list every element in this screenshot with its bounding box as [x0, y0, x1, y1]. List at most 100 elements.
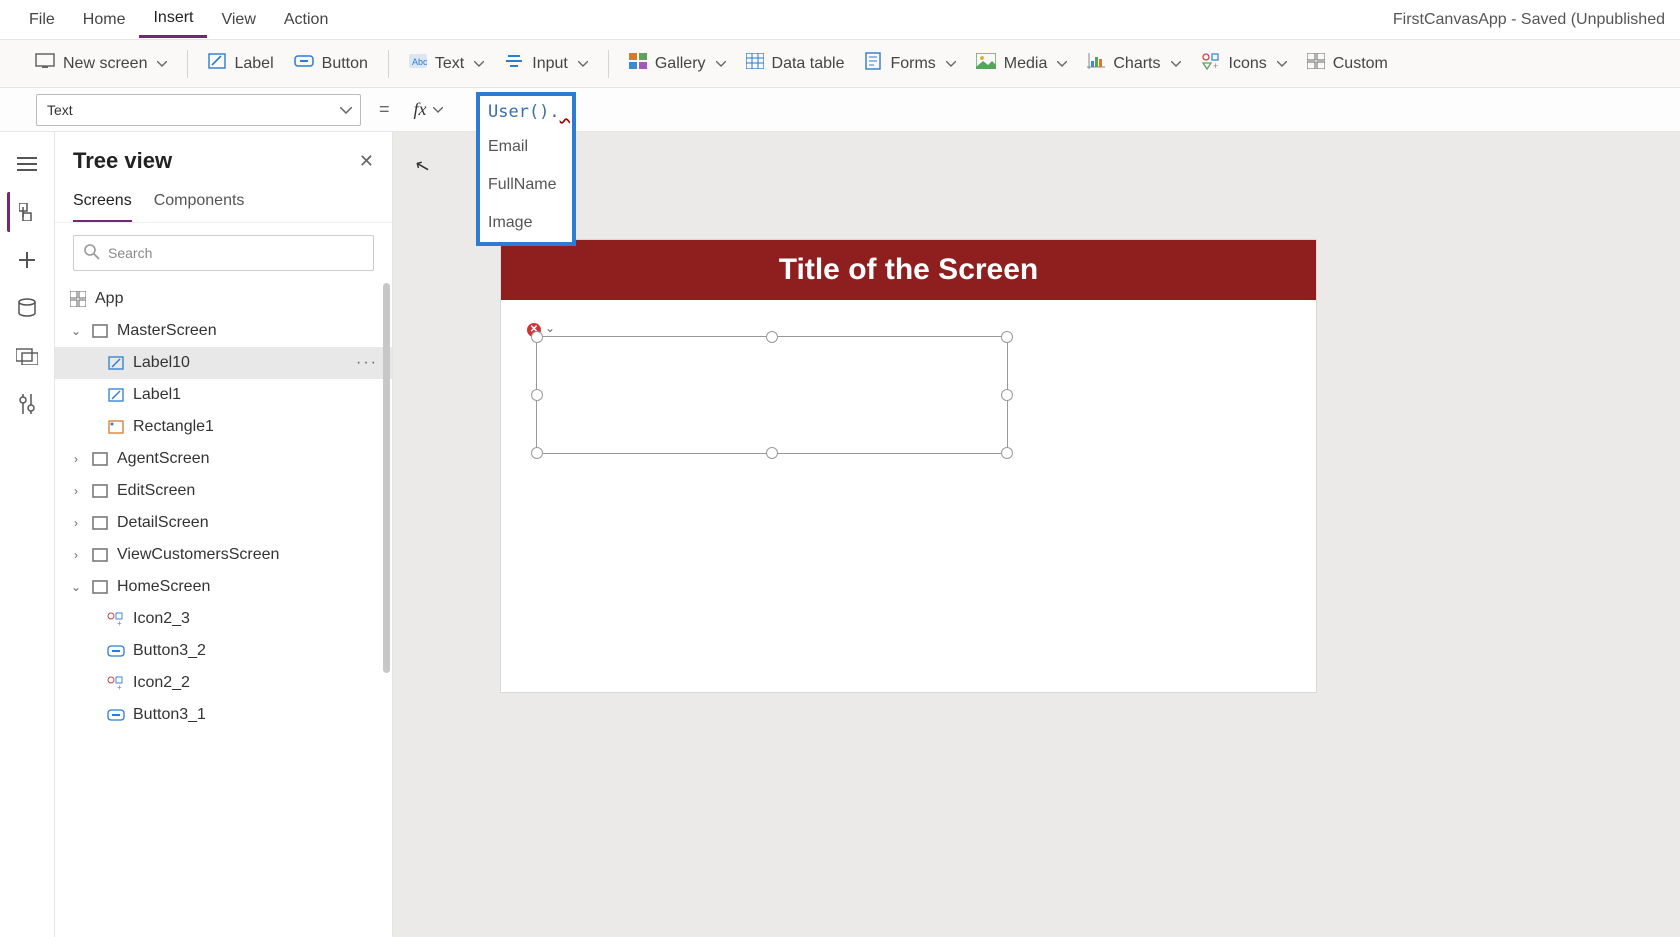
custom-icon	[1307, 53, 1325, 74]
chevron-right-icon[interactable]: ›	[69, 452, 83, 466]
button-label: Button	[322, 55, 368, 73]
menu-home[interactable]: Home	[69, 3, 140, 37]
tree-item-editscreen[interactable]: › EditScreen	[55, 475, 392, 507]
tree-item-label: Label10	[133, 354, 190, 372]
icons-dropdown[interactable]: + Icons	[1191, 46, 1297, 81]
fx-button[interactable]: fx	[408, 99, 449, 120]
tree-items[interactable]: App ⌄ MasterScreen Label10 ··· Label1	[55, 283, 392, 927]
screen-frame[interactable]: Title of the Screen ✕ ⌄	[501, 240, 1316, 692]
tree-item-label: AgentScreen	[117, 450, 210, 468]
charts-dropdown[interactable]: Charts	[1077, 47, 1190, 80]
formula-text[interactable]: User().	[480, 96, 572, 128]
label-icon	[208, 53, 226, 74]
chevron-down-icon	[340, 107, 350, 113]
text-dropdown[interactable]: Abc Text	[399, 48, 494, 79]
chevron-right-icon[interactable]: ›	[69, 484, 83, 498]
tree-item-viewcustomersscreen[interactable]: › ViewCustomersScreen	[55, 539, 392, 571]
icons-icon: +	[1201, 52, 1221, 75]
selected-label-control[interactable]: ✕ ⌄	[536, 336, 1008, 454]
tree-item-agentscreen[interactable]: › AgentScreen	[55, 443, 392, 475]
tree-item-icon23[interactable]: + Icon2_3	[55, 603, 392, 635]
chevron-right-icon[interactable]: ›	[69, 548, 83, 562]
tree-view-rail-button[interactable]	[7, 192, 47, 232]
tree-item-button31[interactable]: Button3_1	[55, 699, 392, 731]
media-label: Media	[1004, 55, 1048, 73]
data-table-icon	[746, 53, 764, 74]
input-label: Input	[532, 55, 568, 73]
screen-icon	[91, 322, 109, 340]
separator	[388, 50, 389, 78]
forms-dropdown[interactable]: Forms	[854, 46, 965, 81]
button-button[interactable]: Button	[284, 47, 378, 80]
intellisense-option-image[interactable]: Image	[480, 204, 572, 242]
gallery-label: Gallery	[655, 55, 706, 73]
more-options-button[interactable]: ···	[356, 354, 378, 372]
chevron-down-icon	[578, 61, 588, 67]
button-icon	[294, 53, 314, 74]
tree-item-icon22[interactable]: + Icon2_2	[55, 667, 392, 699]
tree-item-label1[interactable]: Label1	[55, 379, 392, 411]
chevron-down-icon	[1057, 61, 1067, 67]
top-menu-bar: File Home Insert View Action FirstCanvas…	[0, 0, 1680, 40]
chevron-down-icon[interactable]: ⌄	[69, 580, 83, 594]
intellisense-option-email[interactable]: Email	[480, 128, 572, 166]
chevron-down-icon	[716, 61, 726, 67]
tab-screens[interactable]: Screens	[73, 186, 132, 222]
tree-item-detailscreen[interactable]: › DetailScreen	[55, 507, 392, 539]
close-panel-button[interactable]: ✕	[359, 151, 374, 172]
intellisense-option-fullname[interactable]: FullName	[480, 166, 572, 204]
svg-text:Abc: Abc	[412, 57, 427, 67]
forms-label: Forms	[890, 55, 935, 73]
app-icon	[69, 290, 87, 308]
tree-item-homescreen[interactable]: ⌄ HomeScreen	[55, 571, 392, 603]
chevron-down-icon[interactable]: ⌄	[69, 324, 83, 338]
intellisense-list: Email FullName Image	[480, 128, 572, 242]
menu-action[interactable]: Action	[270, 3, 342, 37]
tree-item-button32[interactable]: Button3_2	[55, 635, 392, 667]
tree-item-masterscreen[interactable]: ⌄ MasterScreen	[55, 315, 392, 347]
menu-file[interactable]: File	[15, 3, 69, 37]
gallery-icon	[629, 53, 647, 74]
separator	[608, 50, 609, 78]
chevron-down-icon[interactable]: ⌄	[545, 321, 555, 335]
canvas-area[interactable]: ↖ Title of the Screen ✕ ⌄	[393, 132, 1680, 937]
tree-app[interactable]: App	[55, 283, 392, 315]
tab-components[interactable]: Components	[154, 186, 245, 222]
chevron-down-icon	[946, 61, 956, 67]
property-selector[interactable]: Text	[36, 94, 361, 126]
data-rail-button[interactable]	[7, 288, 47, 328]
new-screen-label: New screen	[63, 55, 147, 73]
insert-ribbon: New screen Label Button Abc Text Input G…	[0, 40, 1680, 88]
tree-item-label: Button3_2	[133, 642, 206, 660]
tree-item-label: Button3_1	[133, 706, 206, 724]
search-placeholder: Search	[108, 245, 152, 261]
screen-title-bar[interactable]: Title of the Screen	[501, 240, 1316, 300]
scrollbar[interactable]	[383, 283, 390, 673]
chevron-down-icon	[433, 107, 443, 113]
hamburger-button[interactable]	[7, 144, 47, 184]
text-icon: Abc	[409, 54, 427, 73]
tree-item-label: Rectangle1	[133, 418, 214, 436]
custom-dropdown[interactable]: Custom	[1297, 47, 1398, 80]
data-table-button[interactable]: Data table	[736, 47, 855, 80]
icons-label: Icons	[1229, 55, 1267, 73]
tree-item-label10[interactable]: Label10 ···	[55, 347, 392, 379]
new-screen-button[interactable]: New screen	[25, 47, 177, 80]
chevron-right-icon[interactable]: ›	[69, 516, 83, 530]
search-input[interactable]: Search	[73, 235, 374, 271]
tree-item-rectangle1[interactable]: Rectangle1	[55, 411, 392, 443]
chevron-down-icon	[474, 61, 484, 67]
label-button[interactable]: Label	[198, 47, 283, 80]
icon-icon: +	[107, 610, 125, 628]
insert-rail-button[interactable]	[7, 240, 47, 280]
menu-view[interactable]: View	[207, 3, 269, 37]
main-area: Tree view ✕ Screens Components Search Ap…	[0, 132, 1680, 937]
media-rail-button[interactable]	[7, 336, 47, 376]
menu-insert[interactable]: Insert	[139, 1, 207, 38]
media-dropdown[interactable]: Media	[966, 47, 1078, 80]
formula-input[interactable]	[461, 94, 1655, 126]
input-dropdown[interactable]: Input	[494, 47, 598, 80]
gallery-dropdown[interactable]: Gallery	[619, 47, 736, 80]
tree-item-label: Icon2_2	[133, 674, 190, 692]
tools-rail-button[interactable]	[7, 384, 47, 424]
